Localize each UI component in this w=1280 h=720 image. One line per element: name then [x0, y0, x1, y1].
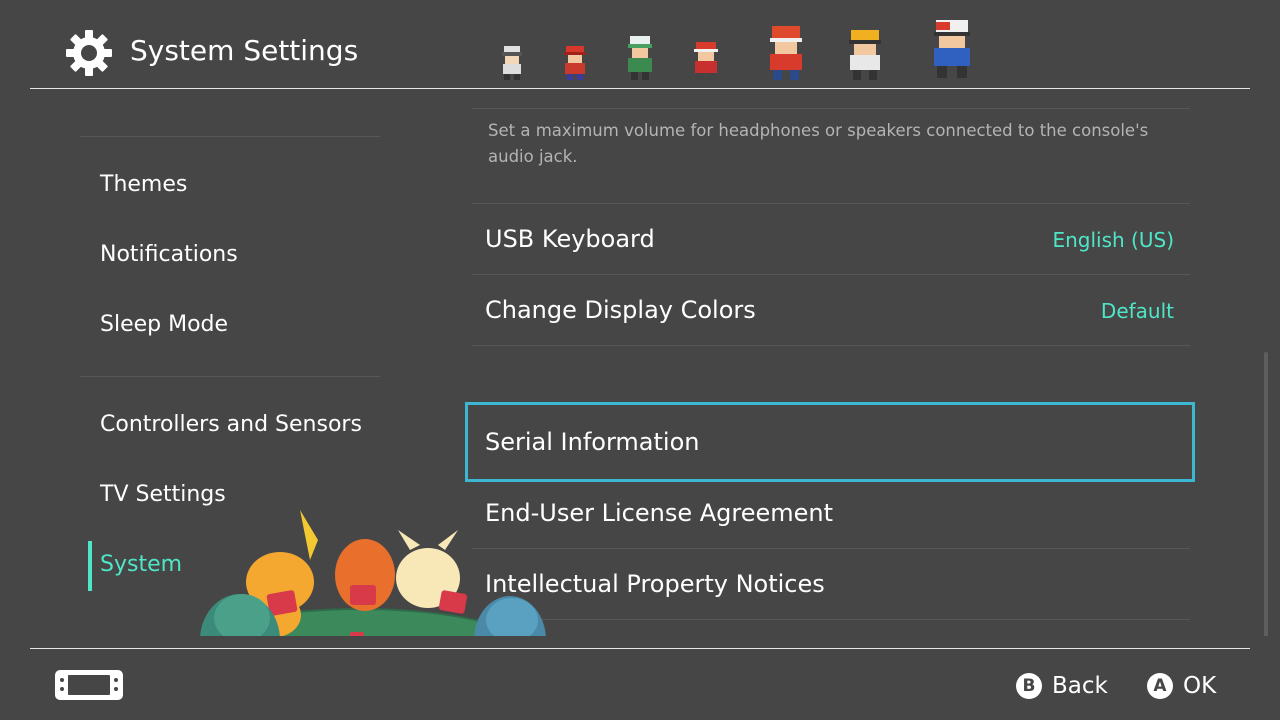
trainer-sprite-2 — [564, 46, 586, 80]
list-bottom-mask — [0, 636, 1280, 648]
trainer-sprite-3 — [628, 36, 652, 80]
switch-console-icon — [55, 670, 123, 700]
page-title: System Settings — [130, 34, 359, 67]
trainer-sprite-1 — [502, 46, 522, 80]
ok-button[interactable]: A OK — [1147, 670, 1216, 702]
ok-button-label: OK — [1183, 673, 1217, 699]
scrollbar[interactable] — [1264, 352, 1268, 644]
sidebar-item-themes[interactable]: Themes — [100, 172, 187, 197]
sidebar-item-sleep-mode[interactable]: Sleep Mode — [100, 312, 228, 337]
sidebar-divider-middle — [80, 376, 380, 377]
change-display-colors-label[interactable]: Change Display Colors — [485, 296, 756, 324]
b-button-icon: B — [1016, 673, 1042, 699]
back-button[interactable]: B Back — [1016, 670, 1108, 702]
trainer-sprite-6 — [849, 30, 881, 80]
headphone-volume-description: Set a maximum volume for headphones or s… — [488, 121, 1149, 166]
list-divider-1 — [472, 203, 1190, 204]
serial-information-label[interactable]: Serial Information — [485, 428, 699, 456]
sidebar-item-notifications[interactable]: Notifications — [100, 242, 238, 267]
gear-icon — [66, 30, 112, 76]
theme-sprites — [490, 18, 990, 84]
sidebar-divider-top — [80, 136, 380, 137]
header: System Settings — [0, 0, 1280, 89]
usb-keyboard-label[interactable]: USB Keyboard — [485, 225, 655, 253]
list-divider-4 — [472, 548, 1190, 549]
a-button-icon: A — [1147, 673, 1173, 699]
list-divider-2 — [472, 274, 1190, 275]
list-divider-5 — [472, 619, 1190, 620]
trainer-sprite-7 — [934, 20, 970, 78]
active-indicator — [88, 541, 92, 591]
trainer-sprite-4 — [694, 42, 718, 80]
change-display-colors-value: Default — [1100, 299, 1174, 323]
sidebar-item-controllers-and-sensors[interactable]: Controllers and Sensors — [100, 412, 362, 437]
trainer-sprite-5 — [770, 26, 802, 80]
list-divider-0 — [472, 108, 1190, 109]
list-divider-3 — [472, 345, 1190, 346]
back-button-label: Back — [1052, 673, 1108, 699]
header-divider — [30, 88, 1250, 89]
usb-keyboard-value: English (US) — [1052, 228, 1174, 252]
